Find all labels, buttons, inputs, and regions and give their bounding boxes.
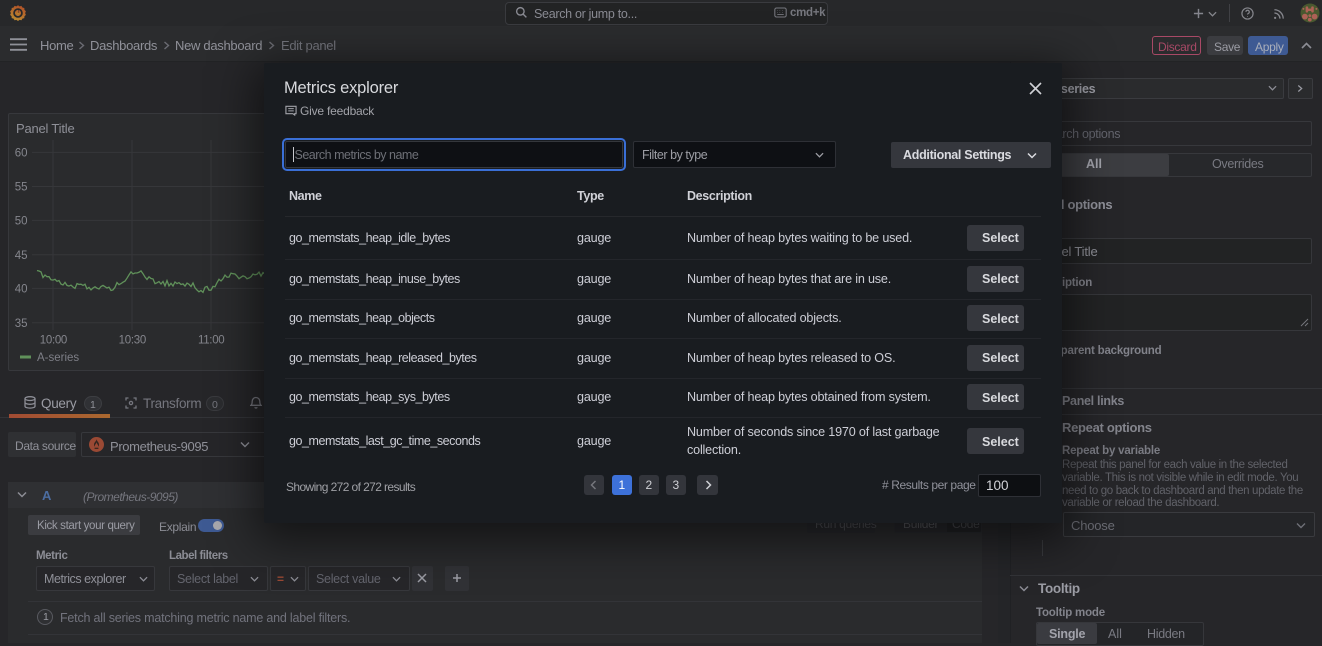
svg-text:10:30: 10:30 [119,335,146,347]
svg-text:A-series: A-series [37,352,79,364]
svg-text:55: 55 [15,182,28,194]
svg-text:11:00: 11:00 [198,335,224,347]
svg-text:60: 60 [15,148,28,160]
svg-text:35: 35 [15,318,28,330]
svg-text:40: 40 [15,284,28,296]
svg-text:45: 45 [15,250,28,262]
svg-text:10:00: 10:00 [40,335,67,347]
svg-text:50: 50 [15,216,28,228]
